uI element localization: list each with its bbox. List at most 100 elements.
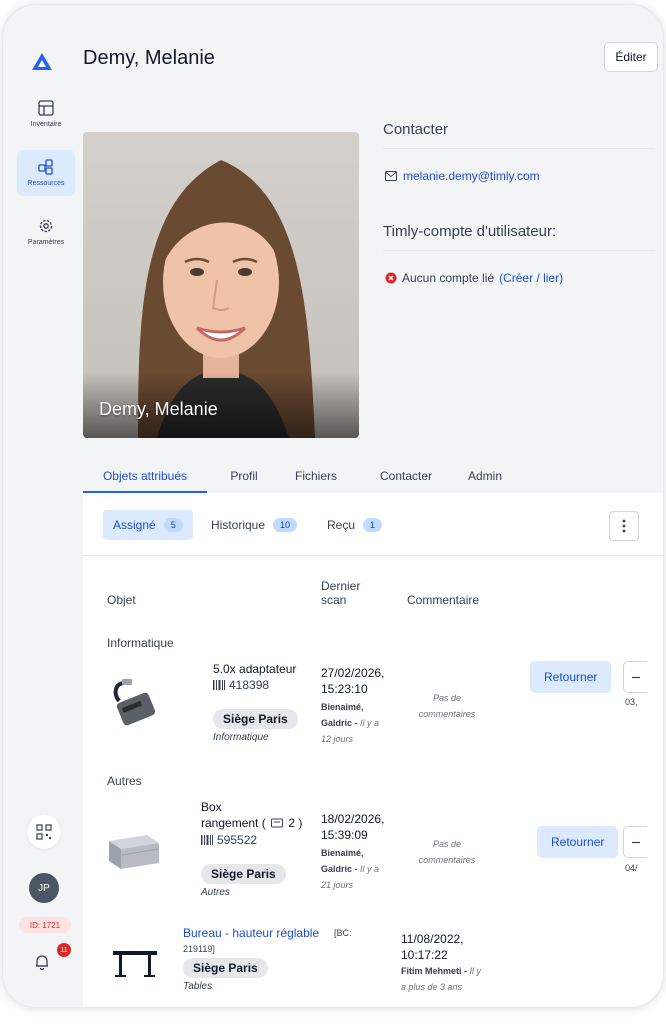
qr-code-icon xyxy=(36,824,52,840)
scan-by-line: a plus de 3 ans xyxy=(401,979,511,995)
desk-image xyxy=(113,951,157,977)
mail-icon xyxy=(385,171,397,181)
kebab-menu-icon xyxy=(622,519,626,533)
time-ago: 12 jours xyxy=(321,734,354,744)
barcode-row: 418398 xyxy=(213,678,269,692)
barcode-icon xyxy=(213,680,225,690)
subtab-label: Reçu xyxy=(327,518,356,532)
tab-contacter[interactable]: Contacter xyxy=(367,459,445,493)
assigned-objects-panel: Assigné 5 Historique 10 Reçu 1 Objet Der… xyxy=(83,493,663,1007)
row-menu-button[interactable] xyxy=(623,661,647,693)
device-frame: Inventaire Ressources Paramètres JP ID: … xyxy=(2,4,664,1008)
divider xyxy=(383,148,655,149)
header-line: scan xyxy=(321,593,347,607)
subtab-assigne[interactable]: Assigné 5 xyxy=(103,510,193,540)
item-name-line: rangement ( 2 ) xyxy=(201,815,302,831)
sidebar-item-label: Paramètres xyxy=(27,239,65,246)
scan-by-line: Galdric - Il y a xyxy=(321,861,401,877)
scan-by-line: Fitim Mehmeti - Il y xyxy=(401,963,511,979)
barcode-icon xyxy=(201,835,213,845)
more-options-button[interactable] xyxy=(609,511,639,541)
email-link[interactable]: melanie.demy@timly.com xyxy=(403,169,540,183)
time-ago: a plus de 3 ans xyxy=(401,982,463,992)
scan-time: 15:23:10 xyxy=(321,682,368,696)
edit-button[interactable]: Éditer xyxy=(604,42,658,72)
tab-admin[interactable]: Admin xyxy=(457,459,513,493)
return-button[interactable]: Retourner xyxy=(537,826,619,858)
scan-by-line: 12 jours xyxy=(321,731,401,747)
subtab-historique[interactable]: Historique 10 xyxy=(201,510,307,540)
sidebar: Inventaire Ressources Paramètres JP ID: … xyxy=(11,35,75,1001)
barcode-ref: [BC: xyxy=(334,928,352,938)
portrait-illustration xyxy=(83,160,359,438)
category-label: Autres xyxy=(201,887,230,898)
scanned-by: Bienaimé, Galdric - Il y a 12 jours xyxy=(321,699,401,747)
return-button[interactable]: Retourner xyxy=(530,661,612,693)
scanned-by: Fitim Mehmeti - Il y a plus de 3 ans xyxy=(401,963,511,995)
account-status-row: Aucun compte lié (Créer / lier) xyxy=(385,271,563,285)
scan-by-line: Bienaimé, xyxy=(321,699,401,715)
subtab-label: Assigné xyxy=(113,518,156,532)
scan-time: 15:39:09 xyxy=(321,828,368,842)
profile-tabs: Objets attribués Profil Fichiers Contact… xyxy=(83,459,655,493)
scan-date: 11/08/2022, xyxy=(401,932,464,946)
sidebar-item-ressources[interactable]: Ressources xyxy=(17,150,75,196)
site-badge: Siège Paris xyxy=(201,864,286,884)
barcode-value: 418398 xyxy=(229,678,270,692)
comment-line: commentaires xyxy=(418,709,476,719)
divider xyxy=(83,555,663,556)
column-header-objet: Objet xyxy=(107,593,136,607)
item-name-text: rangement ( xyxy=(201,816,266,830)
comment-line: commentaires xyxy=(418,855,476,865)
scanner-name: Fitim Mehmeti - xyxy=(401,966,468,976)
item-name[interactable]: 5.0x adaptateur xyxy=(213,661,296,677)
subtab-recu[interactable]: Reçu 1 xyxy=(317,510,392,540)
grid-icon xyxy=(38,100,54,116)
return-date-truncated: 03, xyxy=(625,697,638,707)
usb-adapter-image xyxy=(113,679,156,726)
sidebar-item-label: Inventaire xyxy=(30,121,62,128)
site-badge: Siège Paris xyxy=(183,958,268,978)
count-badge: 5 xyxy=(163,518,183,532)
tab-fichiers[interactable]: Fichiers xyxy=(283,459,349,493)
sidebar-item-parametres[interactable]: Paramètres xyxy=(17,209,75,255)
item-name[interactable]: Box rangement ( 2 ) xyxy=(201,799,302,831)
time-ago: Il y xyxy=(469,966,482,976)
comment-line: Pas de xyxy=(432,693,462,703)
scanner-name: Bienaimé, xyxy=(321,702,364,712)
item-name-line: Box xyxy=(201,800,222,814)
site-badge: Siège Paris xyxy=(213,709,298,729)
count-badge: 10 xyxy=(273,518,298,532)
error-circle-icon xyxy=(385,272,397,284)
scan-by-line: Galdric - Il y a xyxy=(321,715,401,731)
scan-by-line: 21 jours xyxy=(321,877,401,893)
tab-objets-attribues[interactable]: Objets attribués xyxy=(83,459,207,493)
scanned-by: Bienaimé, Galdric - Il y a 21 jours xyxy=(321,845,401,893)
category-label: Informatique xyxy=(213,732,269,743)
time-ago: Il y a xyxy=(360,718,380,728)
qr-scan-button[interactable] xyxy=(27,815,61,849)
scanner-name: Galdric - xyxy=(321,864,358,874)
sidebar-item-inventaire[interactable]: Inventaire xyxy=(17,91,75,137)
notification-count-badge: 11 xyxy=(57,943,71,957)
bell-icon[interactable] xyxy=(33,953,51,971)
return-date-truncated: 04/ xyxy=(625,863,638,873)
row-menu-button[interactable] xyxy=(623,826,647,858)
header-line: Dernier xyxy=(321,579,361,593)
timly-logo-icon[interactable] xyxy=(31,51,53,73)
time-ago: 21 jours xyxy=(321,880,354,890)
create-link[interactable]: (Créer / lier) xyxy=(499,271,563,285)
id-badge: ID: 1721 xyxy=(19,917,71,933)
resources-icon xyxy=(38,159,53,175)
dropdown-icon xyxy=(631,841,640,843)
category-label: Tables xyxy=(183,981,213,992)
item-name-link[interactable]: Bureau - hauteur réglable xyxy=(183,925,319,941)
user-avatar[interactable]: JP xyxy=(29,873,59,903)
count-badge: 1 xyxy=(363,518,383,532)
email-row: melanie.demy@timly.com xyxy=(385,169,540,183)
scan-datetime: 18/02/2026, 15:39:09 xyxy=(321,811,401,843)
tab-profil[interactable]: Profil xyxy=(219,459,269,493)
scan-time: 10:17:22 xyxy=(401,948,448,962)
barcode-ref: 219119] xyxy=(183,944,215,954)
divider xyxy=(383,250,655,251)
